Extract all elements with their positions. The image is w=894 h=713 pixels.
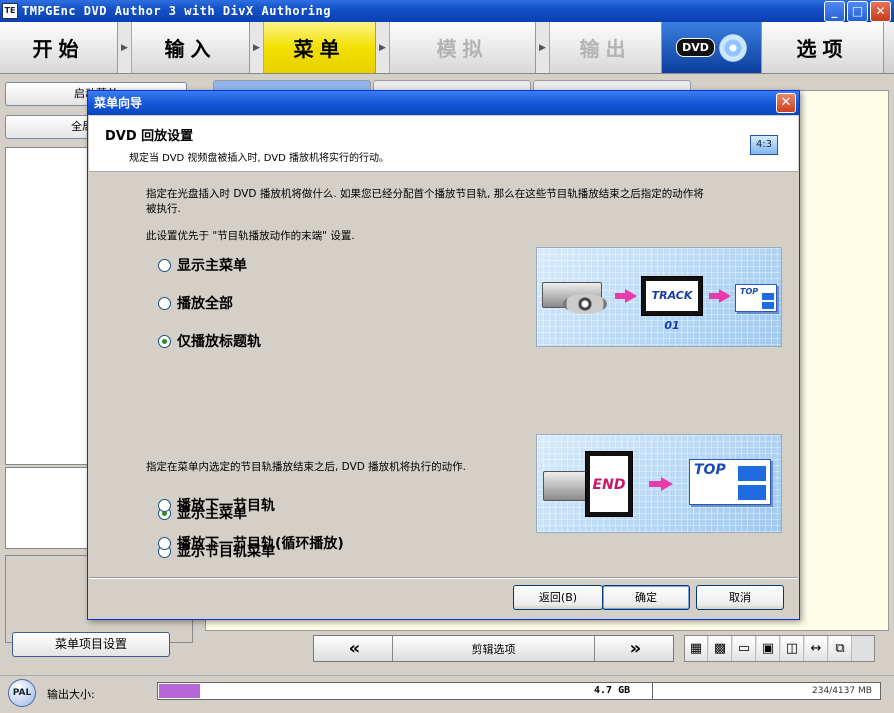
- app-window: TE TMPGEnc DVD Author 3 with DivX Author…: [0, 0, 894, 713]
- radio-end-play-next[interactable]: 播放下一节目轨: [158, 495, 275, 515]
- editor-tab-2[interactable]: [373, 80, 531, 90]
- chevron-right-icon: ▶: [376, 22, 390, 73]
- cancel-button[interactable]: 取消: [696, 585, 784, 610]
- film-strip-icon: END: [585, 451, 633, 517]
- radio-label: 播放下一节目轨(循环播放): [177, 536, 344, 552]
- edit-navigation: « 剪辑选项 »: [313, 635, 674, 662]
- disc-icon: [563, 294, 607, 314]
- menu-block: [762, 302, 774, 309]
- toolbar-output-button[interactable]: 输出: [550, 22, 662, 73]
- end-action-note: 指定在菜单内选定的节目轨播放结束之后, DVD 播放机将执行的动作.: [146, 461, 467, 473]
- track-end-illustration: END TOP: [536, 434, 782, 533]
- editor-tab-3[interactable]: [533, 80, 691, 90]
- status-bar: PAL 输出大小: 4.7 GB 234/4137 MB: [0, 675, 894, 713]
- ok-button[interactable]: 确定: [602, 585, 690, 610]
- back-button[interactable]: 返回(B): [513, 585, 603, 610]
- track-label: TRACK 01: [646, 281, 698, 332]
- toolbar-simulate-button[interactable]: 模拟: [390, 22, 536, 73]
- editor-tab-1[interactable]: [213, 80, 371, 90]
- output-size-label: 输出大小:: [47, 688, 95, 701]
- dialog-heading: DVD 回放设置: [105, 129, 194, 144]
- prev-button[interactable]: «: [314, 636, 392, 661]
- menu-block: [762, 293, 774, 300]
- tv-icon[interactable]: ▭: [733, 636, 756, 661]
- top-menu-card-icon: TOP: [735, 284, 777, 312]
- next-button[interactable]: »: [595, 636, 673, 661]
- title-bar: TE TMPGEnc DVD Author 3 with DivX Author…: [0, 0, 894, 22]
- grid-dark-icon[interactable]: ▩: [709, 636, 732, 661]
- priority-note: 此设置优先于 "节目轨播放动作的末端" 设置.: [146, 230, 355, 242]
- menu-block: [738, 466, 766, 481]
- top-menu-card-icon: TOP: [689, 459, 771, 505]
- dialog-title: 菜单向导: [88, 91, 799, 115]
- top-label: TOP: [694, 462, 726, 478]
- layout-icon[interactable]: ◫: [781, 636, 804, 661]
- menu-items-settings-button[interactable]: 菜单项目设置: [12, 632, 170, 657]
- intro-text: 指定在光盘插入时 DVD 播放机将做什么. 如果您已经分配首个播放节目轨, 那么…: [146, 188, 704, 215]
- chevron-right-icon: ▶: [250, 22, 264, 73]
- close-button[interactable]: ✕: [870, 1, 891, 22]
- app-icon: TE: [2, 3, 18, 19]
- film-strip-icon: TRACK 01: [641, 276, 703, 332]
- dialog-subheading: 规定当 DVD 视频盘被插入时, DVD 播放机将实行的行动。: [129, 153, 390, 164]
- arrow-bar: [615, 293, 625, 299]
- radio-insert-show-main-menu[interactable]: 显示主菜单: [158, 255, 247, 275]
- disc-insert-illustration: TRACK 01 TOP: [536, 247, 782, 347]
- toolbar-input-button[interactable]: 输入: [132, 22, 250, 73]
- window-title: TMPGEnc DVD Author 3 with DivX Authoring: [22, 4, 331, 18]
- radio-insert-play-title-track[interactable]: 仅播放标题轨: [158, 331, 261, 351]
- capacity-label: 4.7 GB: [594, 685, 631, 696]
- view-toolbar: ▦ ▩ ▭ ▣ ◫ ↔ ⧉: [684, 635, 875, 662]
- dialog-close-icon[interactable]: ✕: [776, 93, 796, 113]
- dialog-separator: [89, 578, 798, 579]
- minimize-button[interactable]: _: [824, 1, 845, 22]
- arrow-right-icon: [625, 289, 637, 303]
- used-size-label: 234/4137 MB: [812, 686, 872, 696]
- edit-options-button[interactable]: 剪辑选项: [392, 636, 595, 661]
- arrow-bar: [649, 481, 661, 487]
- radio-indicator[interactable]: [158, 334, 171, 348]
- capacity-bar: 4.7 GB 234/4137 MB: [157, 682, 881, 700]
- radio-label: 播放下一节目轨: [177, 498, 275, 514]
- safe-area-icon[interactable]: ▣: [757, 636, 780, 661]
- arrows-icon[interactable]: ↔: [805, 636, 828, 661]
- toolbar-menu-button[interactable]: 菜单: [264, 22, 376, 73]
- radio-indicator[interactable]: [158, 258, 171, 272]
- chevron-right-icon: ▶: [118, 22, 132, 73]
- toolbar-options-button[interactable]: 选项: [762, 22, 884, 73]
- dvd-label: DVD: [676, 38, 715, 57]
- pal-format-badge[interactable]: PAL: [8, 679, 36, 707]
- copy-icon[interactable]: ⧉: [829, 636, 852, 661]
- menu-block: [738, 485, 766, 500]
- toolbar-dvd-button[interactable]: DVD: [662, 22, 762, 73]
- disc-icon: [718, 33, 747, 62]
- radio-label: 播放全部: [177, 296, 233, 312]
- aspect-ratio-button[interactable]: 4:3: [750, 135, 778, 155]
- radio-insert-play-all[interactable]: 播放全部: [158, 293, 233, 313]
- chevron-right-icon: ▶: [536, 22, 550, 73]
- main-toolbar: 开始 ▶ 输入 ▶ 菜单 ▶ 模拟 ▶ 输出 DVD 选项: [0, 22, 894, 74]
- radio-label: 仅播放标题轨: [177, 334, 261, 350]
- radio-indicator[interactable]: [158, 498, 171, 512]
- radio-indicator[interactable]: [158, 536, 171, 550]
- capacity-fill: [159, 684, 200, 698]
- toolbar-start-button[interactable]: 开始: [0, 22, 118, 73]
- top-label: TOP: [740, 287, 759, 296]
- radio-indicator[interactable]: [158, 296, 171, 310]
- dialog-header: DVD 回放设置 规定当 DVD 视频盘被插入时, DVD 播放机将实行的行动。…: [89, 116, 798, 172]
- end-label: END: [590, 456, 628, 512]
- arrow-right-icon: [661, 477, 673, 491]
- grid-icon[interactable]: ▦: [685, 636, 708, 661]
- capacity-divider: [652, 683, 653, 699]
- radio-end-play-next-loop[interactable]: 播放下一节目轨(循环播放): [158, 533, 344, 553]
- menu-wizard-dialog: 菜单向导 ✕ DVD 回放设置 规定当 DVD 视频盘被插入时, DVD 播放机…: [87, 90, 800, 620]
- radio-label: 显示主菜单: [177, 258, 247, 274]
- arrow-right-icon: [719, 289, 731, 303]
- arrow-bar: [709, 293, 719, 299]
- maximize-button[interactable]: □: [847, 1, 868, 22]
